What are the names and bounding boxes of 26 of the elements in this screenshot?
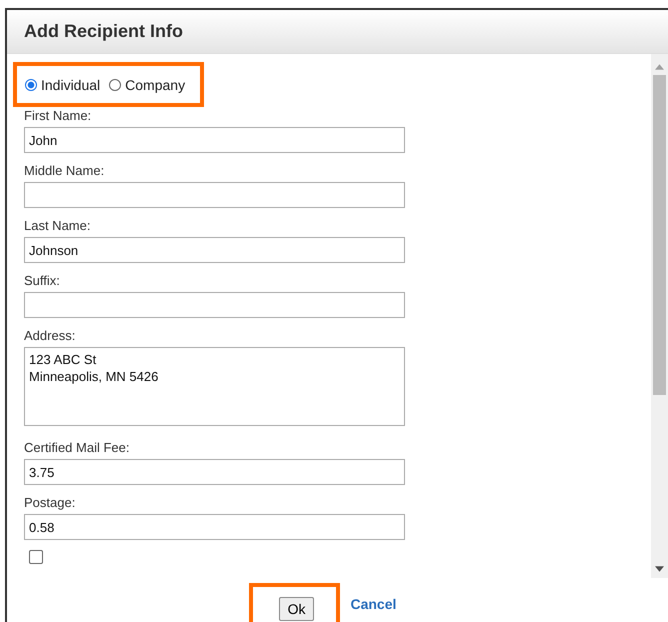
dialog-title: Add Recipient Info: [24, 21, 183, 42]
field-label: Middle Name:: [24, 163, 106, 178]
input-field[interactable]: [24, 182, 405, 208]
checkbox[interactable]: [29, 550, 43, 564]
cancel-link[interactable]: Cancel: [350, 596, 396, 612]
address-field[interactable]: 123 ABC St Minneapolis, MN 5426: [24, 347, 405, 426]
radio-label[interactable]: Individual: [41, 77, 100, 93]
input-field[interactable]: [24, 292, 405, 318]
ok-button[interactable]: Ok: [278, 597, 314, 621]
scroll-down-icon[interactable]: [655, 566, 664, 572]
scroll-up-icon[interactable]: [655, 64, 664, 70]
scrollbar[interactable]: [651, 54, 668, 578]
field-label: Suffix:: [24, 273, 61, 288]
radio-button[interactable]: [25, 79, 37, 91]
radio-label[interactable]: Company: [125, 77, 186, 93]
field-label: Postage:: [24, 495, 76, 510]
input-field[interactable]: Johnson: [24, 237, 405, 263]
input-field[interactable]: 3.75: [24, 459, 405, 485]
field-label: Last Name:: [24, 218, 92, 233]
field-label: Address:: [24, 328, 76, 343]
scrollbar-thumb[interactable]: [653, 75, 666, 395]
input-field[interactable]: 0.58: [24, 514, 405, 540]
field-label: First Name:: [24, 108, 92, 123]
input-field[interactable]: John: [24, 127, 405, 153]
radio-button[interactable]: [109, 79, 122, 91]
field-label: Certified Mail Fee:: [24, 440, 130, 455]
